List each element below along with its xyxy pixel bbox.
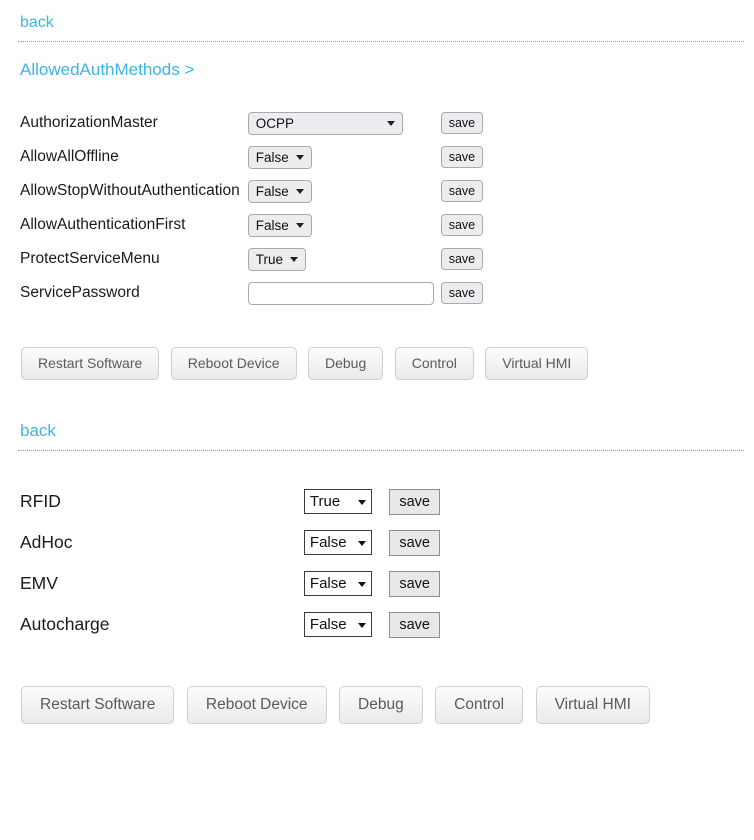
select-value: False [255, 149, 289, 165]
chevron-down-icon [357, 499, 366, 505]
setting-label-allow-all-offline: AllowAllOffline [20, 148, 119, 165]
setting-label-allow-authentication-first: AllowAuthenticationFirst [20, 216, 186, 233]
select-value: True [255, 251, 283, 267]
allow-stop-without-authentication-select[interactable]: False [247, 179, 312, 203]
setting-save-allow-all-offline: save [440, 140, 484, 174]
reboot-device-button[interactable]: Reboot Device [170, 347, 297, 380]
auth-config-section: back AllowedAuthMethods > AuthorizationM… [0, 0, 754, 380]
authorization-master-select[interactable]: OCPP [247, 111, 403, 135]
setting-label-protect-service-menu: ProtectServiceMenu [20, 250, 160, 267]
chevron-down-icon [289, 257, 298, 262]
method-control-emv: False save [196, 563, 440, 604]
chevron-down-icon [386, 121, 395, 126]
setting-label-authorization-master: AuthorizationMaster [20, 114, 158, 131]
breadcrumb-allowed-auth-methods[interactable]: AllowedAuthMethods > [20, 60, 194, 80]
chevron-down-icon [357, 622, 366, 628]
table-row: AllowAllOffline False save [0, 140, 484, 174]
select-value: False [309, 616, 347, 633]
auth-settings-table: AuthorizationMaster OCPP save AllowAllOf… [0, 106, 484, 310]
debug-button[interactable]: Debug [339, 686, 423, 724]
back-link-top[interactable]: back [20, 14, 54, 32]
chevron-down-icon [357, 581, 366, 587]
action-button-row-bottom: Restart Software Reboot Device Debug Con… [0, 686, 754, 724]
divider-bottom [18, 450, 744, 451]
restart-software-button[interactable]: Restart Software [21, 347, 160, 380]
table-row: EMV False save [0, 563, 440, 604]
setting-save-allow-authentication-first: save [440, 208, 484, 242]
setting-save-authorization-master: save [440, 106, 484, 140]
setting-save-allow-stop-without-authentication: save [440, 174, 484, 208]
allow-authentication-first-select[interactable]: False [247, 213, 312, 237]
save-button[interactable]: save [440, 214, 484, 236]
table-row: RFID True save [0, 481, 440, 522]
reboot-device-button[interactable]: Reboot Device [186, 686, 327, 724]
emv-select[interactable]: False [303, 571, 372, 596]
table-row: Autocharge False save [0, 604, 440, 645]
setting-label-allow-stop-without-authentication: AllowStopWithoutAuthentication [20, 182, 240, 199]
setting-control-allow-all-offline: False [247, 140, 441, 174]
service-password-input[interactable] [247, 281, 434, 305]
chevron-down-icon [295, 189, 304, 194]
virtual-hmi-button[interactable]: Virtual HMI [485, 347, 589, 380]
back-link-bottom[interactable]: back [20, 421, 56, 441]
method-label-emv: EMV [20, 573, 58, 593]
adhoc-select[interactable]: False [303, 530, 372, 555]
table-row: AdHoc False save [0, 522, 440, 563]
setting-label-service-password: ServicePassword [20, 284, 140, 301]
select-value: False [309, 534, 347, 551]
autocharge-select[interactable]: False [303, 612, 372, 637]
save-button[interactable]: save [389, 488, 440, 515]
select-value: OCPP [255, 115, 294, 131]
method-control-rfid: True save [196, 481, 440, 522]
table-row: AllowStopWithoutAuthentication False sav… [0, 174, 484, 208]
save-button[interactable]: save [440, 248, 484, 270]
control-button[interactable]: Control [394, 347, 474, 380]
method-control-autocharge: False save [196, 604, 440, 645]
method-control-adhoc: False save [196, 522, 440, 563]
chevron-down-icon [357, 540, 366, 546]
setting-control-service-password [247, 276, 441, 310]
save-button[interactable]: save [389, 529, 440, 556]
method-label-autocharge: Autocharge [20, 614, 110, 634]
setting-control-allow-authentication-first: False [247, 208, 441, 242]
protect-service-menu-select[interactable]: True [247, 247, 306, 271]
debug-button[interactable]: Debug [308, 347, 384, 380]
select-value: True [309, 493, 341, 510]
select-value: False [255, 217, 289, 233]
save-button[interactable]: save [389, 570, 440, 597]
chevron-down-icon [295, 155, 304, 160]
auth-methods-table: RFID True save AdHoc False save EMV Fals… [0, 481, 440, 645]
table-row: AllowAuthenticationFirst False save [0, 208, 484, 242]
auth-methods-section: back RFID True save AdHoc False save EMV… [0, 421, 754, 724]
setting-control-authorization-master: OCPP [247, 106, 441, 140]
control-button[interactable]: Control [435, 686, 524, 724]
rfid-select[interactable]: True [303, 489, 372, 514]
select-value: False [309, 575, 347, 592]
save-button[interactable]: save [389, 611, 440, 638]
select-value: False [255, 183, 289, 199]
allow-all-offline-select[interactable]: False [247, 145, 312, 169]
settings-page: back AllowedAuthMethods > AuthorizationM… [0, 0, 754, 724]
setting-control-allow-stop-without-authentication: False [247, 174, 441, 208]
save-button[interactable]: save [440, 180, 484, 202]
method-label-rfid: RFID [20, 491, 61, 511]
save-button[interactable]: save [440, 112, 484, 134]
table-row: ServicePassword save [0, 276, 484, 310]
save-button[interactable]: save [440, 146, 484, 168]
virtual-hmi-button[interactable]: Virtual HMI [535, 686, 650, 724]
setting-control-protect-service-menu: True [247, 242, 441, 276]
setting-save-protect-service-menu: save [440, 242, 484, 276]
table-row: AuthorizationMaster OCPP save [0, 106, 484, 140]
restart-software-button[interactable]: Restart Software [21, 686, 175, 724]
action-button-row-top: Restart Software Reboot Device Debug Con… [0, 347, 754, 380]
table-row: ProtectServiceMenu True save [0, 242, 484, 276]
save-button[interactable]: save [440, 282, 484, 304]
chevron-down-icon [295, 223, 304, 228]
setting-save-service-password: save [440, 276, 484, 310]
method-label-adhoc: AdHoc [20, 532, 73, 552]
